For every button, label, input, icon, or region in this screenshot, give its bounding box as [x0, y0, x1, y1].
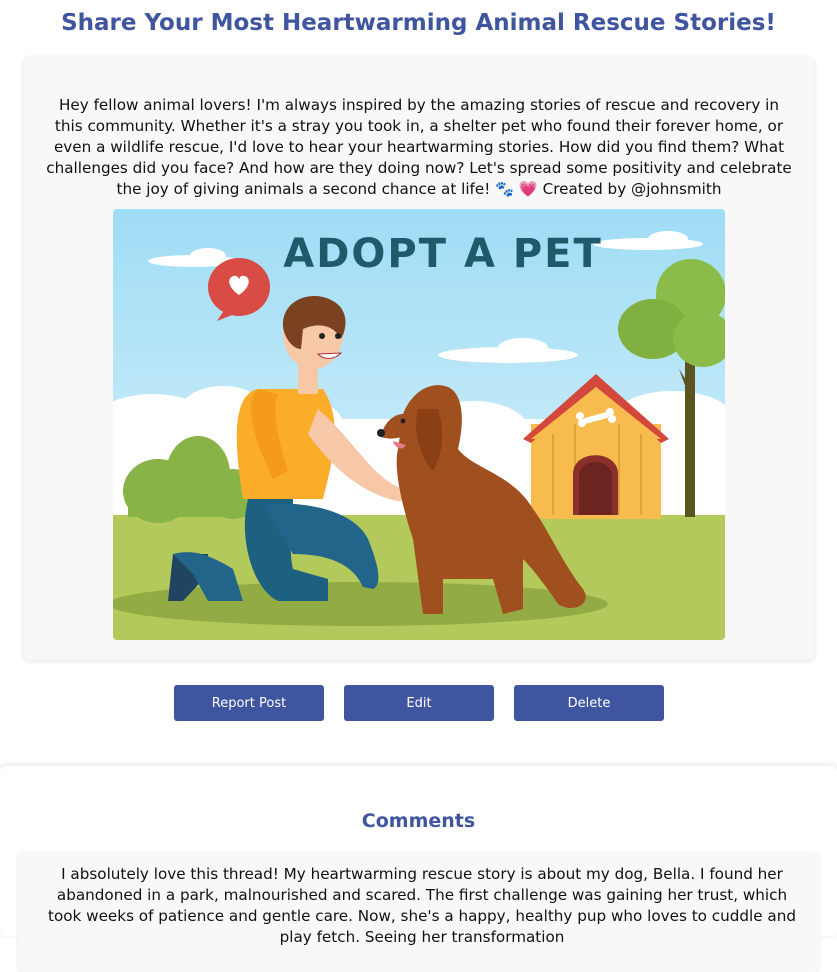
edit-button[interactable]: Edit — [344, 685, 494, 721]
delete-button[interactable]: Delete — [514, 685, 664, 721]
adopt-a-pet-illustration: ADOPT A PET — [113, 209, 725, 640]
post-body: Hey fellow animal lovers! I'm always ins… — [46, 96, 792, 198]
report-post-button[interactable]: Report Post — [174, 685, 324, 721]
comment-text: I absolutely love this thread! My heartw… — [48, 865, 796, 946]
banner-title: ADOPT A PET — [283, 231, 603, 277]
page-title: Share Your Most Heartwarming Animal Resc… — [61, 10, 776, 36]
adopt-a-pet-svg: ADOPT A PET — [113, 209, 725, 640]
comments-section: Comments I absolutely love this thread! … — [0, 766, 837, 972]
post-actions: Report Post Edit Delete — [174, 685, 664, 721]
comment-card: I absolutely love this thread! My heartw… — [18, 852, 819, 972]
post-card: Hey fellow animal lovers! I'm always ins… — [24, 57, 814, 660]
comments-heading: Comments — [361, 810, 476, 832]
